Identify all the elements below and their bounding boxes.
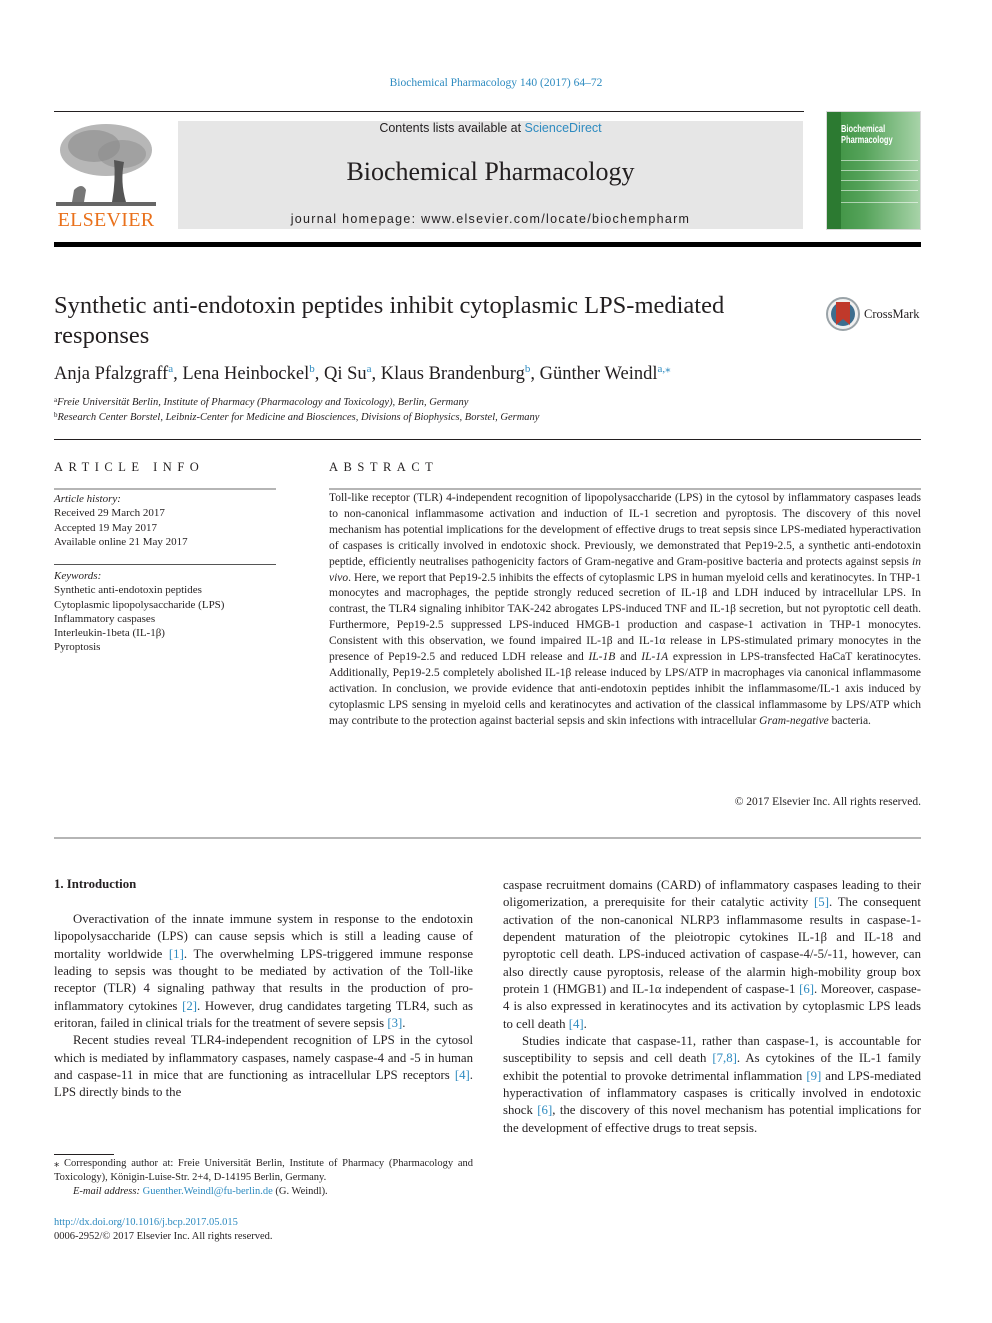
crossmark-label: CrossMark bbox=[864, 306, 920, 321]
body-text: . bbox=[583, 1016, 587, 1031]
intro-paragraph-1: Overactivation of the innate immune syst… bbox=[54, 911, 473, 1032]
reference-link[interactable]: [7,8] bbox=[712, 1051, 737, 1065]
accepted-date: Accepted 19 May 2017 bbox=[54, 521, 157, 534]
cover-title-line2: Pharmacology bbox=[841, 135, 893, 146]
abstract-heading: ABSTRACT bbox=[329, 460, 439, 474]
journal-title: Biochemical Pharmacology bbox=[346, 157, 635, 186]
body-text: Recent studies reveal TLR4-independent r… bbox=[54, 1033, 473, 1083]
reference-link[interactable]: [1] bbox=[169, 947, 184, 961]
header-thick-rule bbox=[54, 242, 921, 247]
history-label: Article history: bbox=[54, 493, 121, 505]
crossmark-button[interactable]: CrossMark bbox=[826, 297, 920, 331]
doi-link[interactable]: http://dx.doi.org/10.1016/j.bcp.2017.05.… bbox=[54, 1216, 273, 1230]
keywords-block: Keywords: Synthetic anti-endotoxin pepti… bbox=[54, 569, 276, 655]
intro-paragraph-2: Recent studies reveal TLR4-independent r… bbox=[54, 1032, 473, 1101]
cover-line bbox=[841, 190, 918, 191]
body-text: . The consequent activation of the non-c… bbox=[503, 895, 921, 997]
abstract-rule bbox=[329, 488, 921, 490]
reference-link[interactable]: [6] bbox=[799, 982, 814, 996]
author[interactable]: Lena Heinbockelb bbox=[182, 363, 314, 384]
cover-sidebar bbox=[827, 112, 841, 229]
journal-citation-link[interactable]: Biochemical Pharmacology 140 (2017) 64–7… bbox=[0, 77, 992, 89]
header-rule bbox=[54, 111, 804, 112]
abstract-copyright: © 2017 Elsevier Inc. All rights reserved… bbox=[734, 796, 921, 808]
available-date: Available online 21 May 2017 bbox=[54, 535, 188, 548]
elsevier-wordmark: ELSEVIER bbox=[57, 209, 155, 231]
reference-link[interactable]: [5] bbox=[814, 895, 829, 909]
cover-line bbox=[841, 180, 918, 181]
abstract-end-rule bbox=[54, 837, 921, 839]
reference-link[interactable]: [9] bbox=[806, 1069, 821, 1083]
author[interactable]: Klaus Brandenburgb bbox=[381, 363, 531, 384]
body-column-right: caspase recruitment domains (CARD) of in… bbox=[503, 877, 921, 1137]
author[interactable]: Anja Pfalzgraffa bbox=[54, 363, 173, 384]
article-info-heading: ARTICLE INFO bbox=[54, 460, 205, 474]
corresponding-author-footnote: ⁎ Corresponding author at: Freie Univers… bbox=[54, 1157, 473, 1200]
body-text: . bbox=[402, 1016, 406, 1031]
reference-link[interactable]: [2] bbox=[182, 999, 197, 1013]
sciencedirect-link[interactable]: ScienceDirect bbox=[525, 121, 602, 135]
body-column-left: Overactivation of the innate immune syst… bbox=[54, 911, 473, 1102]
article-info-rule bbox=[54, 488, 276, 490]
footnote-rule bbox=[54, 1154, 114, 1155]
article-history: Article history: Received 29 March 2017 … bbox=[54, 492, 276, 549]
author[interactable]: Qi Sua bbox=[324, 363, 372, 384]
reference-link[interactable]: [6] bbox=[537, 1103, 552, 1117]
article-title: Synthetic anti-endotoxin peptides inhibi… bbox=[54, 292, 725, 349]
journal-homepage-link[interactable]: journal homepage: www.elsevier.com/locat… bbox=[178, 212, 803, 226]
elsevier-tree-icon bbox=[54, 120, 158, 210]
crossmark-icon bbox=[826, 297, 860, 331]
elsevier-logo[interactable]: ELSEVIER bbox=[54, 120, 158, 232]
author-list: Anja Pfalzgraffa, Lena Heinbockelb, Qi S… bbox=[54, 363, 671, 384]
keywords-label: Keywords: bbox=[54, 570, 102, 582]
body-text: , the discovery of this novel mechanism … bbox=[503, 1103, 921, 1135]
keyword: Synthetic anti-endotoxin peptides bbox=[54, 584, 202, 597]
doi-block: http://dx.doi.org/10.1016/j.bcp.2017.05.… bbox=[54, 1216, 273, 1244]
reference-link[interactable]: [4] bbox=[569, 1017, 584, 1031]
keyword: Cytoplasmic lipopolysaccharide (LPS) bbox=[54, 598, 225, 611]
journal-cover-image[interactable]: Biochemical Pharmacology bbox=[826, 111, 921, 230]
cover-title-line1: Biochemical bbox=[841, 124, 886, 135]
abstract-text: Toll-like receptor (TLR) 4-independent r… bbox=[329, 492, 921, 727]
reference-link[interactable]: [3] bbox=[387, 1016, 402, 1030]
author[interactable]: Günther Weindla,⁎ bbox=[540, 363, 671, 384]
cover-line bbox=[841, 202, 918, 203]
journal-banner: Contents lists available at ScienceDirec… bbox=[178, 121, 803, 229]
received-date: Received 29 March 2017 bbox=[54, 507, 165, 520]
affiliation-a: aFreie Universität Berlin, Institute of … bbox=[54, 396, 469, 408]
affiliation-b: bResearch Center Borstel, Leibniz-Center… bbox=[54, 411, 540, 423]
introduction-heading: 1. Introduction bbox=[54, 877, 137, 891]
title-block-rule bbox=[54, 439, 921, 440]
email-link[interactable]: Guenther.Weindl@fu-berlin.de bbox=[143, 1186, 273, 1197]
intro-paragraph-3: Studies indicate that caspase-11, rather… bbox=[503, 1033, 921, 1137]
affiliation-marker[interactable]: a,⁎ bbox=[657, 363, 670, 375]
keywords-rule bbox=[54, 564, 276, 565]
reference-link[interactable]: [4] bbox=[455, 1068, 470, 1082]
keyword: Inflammatory caspases bbox=[54, 612, 156, 625]
cover-line bbox=[841, 160, 918, 161]
contents-line: Contents lists available at ScienceDirec… bbox=[178, 121, 803, 135]
intro-paragraph-2-continued: caspase recruitment domains (CARD) of in… bbox=[503, 877, 921, 1033]
corresponding-author-text: ⁎ Corresponding author at: Freie Univers… bbox=[54, 1158, 473, 1184]
cover-line bbox=[841, 170, 918, 171]
email-line: E-mail address: Guenther.Weindl@fu-berli… bbox=[73, 1186, 328, 1198]
contents-prefix: Contents lists available at bbox=[379, 121, 525, 135]
keyword: Interleukin-1beta (IL-1β) bbox=[54, 627, 165, 640]
issn-copyright: 0006-2952/© 2017 Elsevier Inc. All right… bbox=[54, 1231, 273, 1242]
cover-title: Biochemical Pharmacology bbox=[841, 124, 893, 146]
keyword: Pyroptosis bbox=[54, 641, 101, 654]
